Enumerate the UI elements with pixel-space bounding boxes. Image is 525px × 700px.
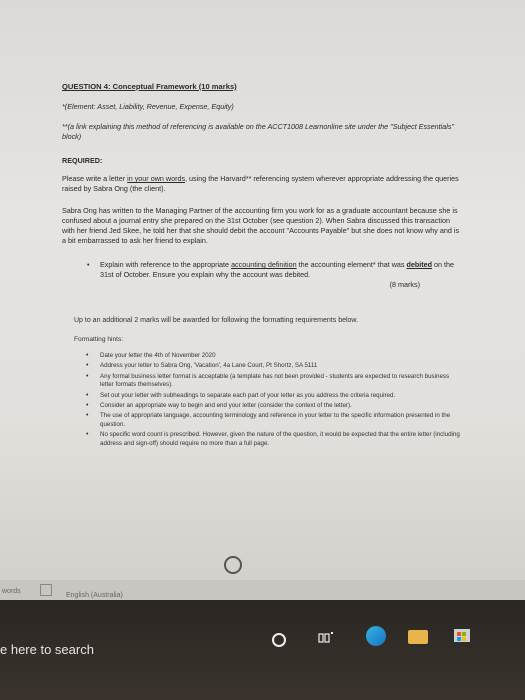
taskbar-search[interactable]: e here to search — [0, 642, 94, 657]
required-heading: REQUIRED: — [62, 156, 103, 165]
edge-icon[interactable] — [366, 626, 386, 646]
hint-item: The use of appropriate language, account… — [86, 412, 460, 429]
store-icon[interactable] — [452, 624, 472, 644]
hint-item: Consider an appropriate way to begin and… — [86, 402, 460, 411]
proofing-icon[interactable] — [40, 584, 52, 596]
required-text-pre: Please write a letter — [62, 174, 128, 183]
bullet-text-mid: the accounting element* that was — [296, 260, 407, 269]
hint-item: Address your letter to Sabra Ong, 'Vacat… — [86, 362, 460, 371]
bullet-dot: • — [87, 260, 90, 269]
word-statusbar: words English (Australia) — [0, 580, 525, 602]
element-note: *(Element: Asset, Liability, Revenue, Ex… — [62, 102, 234, 111]
hint-item: No specific word count is prescribed. Ho… — [86, 431, 460, 448]
hint-item: Date your letter the 4th of November 202… — [86, 352, 460, 361]
hint-item: Set out your letter with subheadings to … — [86, 392, 460, 401]
document-content: QUESTION 4: Conceptual Framework (10 mar… — [62, 82, 460, 450]
scenario-paragraph: Sabra Ong has written to the Managing Pa… — [62, 206, 460, 245]
word-count[interactable]: words — [2, 588, 21, 595]
bullet-marks: (8 marks) — [389, 280, 420, 289]
bullet-text-pre: Explain with reference to the appropriat… — [100, 260, 232, 269]
bullet-text-definition: accounting definition — [231, 260, 297, 269]
cursor-circle-icon — [224, 556, 242, 574]
document-page: QUESTION 4: Conceptual Framework (10 mar… — [0, 0, 525, 600]
question-title: QUESTION 4: Conceptual Framework (10 mar… — [62, 82, 237, 91]
main-bullet: • Explain with reference to the appropri… — [62, 260, 460, 290]
link-note: **(a link explaining this method of refe… — [62, 122, 454, 141]
formatting-intro: Up to an additional 2 marks will be awar… — [74, 317, 359, 324]
task-view-icon[interactable] — [318, 631, 334, 645]
windows-taskbar: e here to search — [0, 600, 525, 700]
formatting-hints-label: Formatting hints: — [74, 336, 124, 343]
required-text-underlined: in your own words — [127, 174, 186, 183]
bullet-text-debited: debited — [406, 260, 433, 269]
language-indicator[interactable]: English (Australia) — [66, 592, 123, 599]
required-paragraph: Please write a letter in your own words,… — [62, 174, 460, 194]
cortana-icon[interactable] — [272, 633, 286, 647]
hint-item: Any formal business letter format is acc… — [86, 373, 460, 390]
formatting-section: Up to an additional 2 marks will be awar… — [62, 316, 460, 448]
formatting-hints-list: Date your letter the 4th of November 202… — [74, 352, 460, 448]
file-explorer-icon[interactable] — [408, 630, 428, 644]
